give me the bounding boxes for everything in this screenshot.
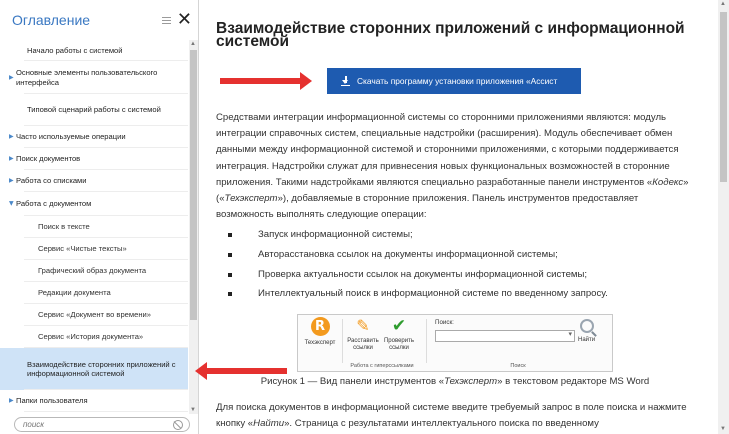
intro-end-text: »), добавляемые в сторонние приложения. … [216, 193, 639, 221]
sidebar-item[interactable]: Поиск в тексте [0, 216, 188, 238]
sidebar-item-label: Сервис «История документа» [38, 332, 144, 342]
sidebar-item-label: Сервис «Документ во времени» [38, 310, 151, 320]
sidebar-item-label: Графический образ документа [38, 266, 147, 276]
figure-caption: Рисунок 1 — Вид панели инструментов «Тех… [216, 376, 694, 387]
sidebar-item-label: Редакции документа [38, 288, 111, 298]
search-end-text: ». Страница с результатами интеллектуаль… [284, 418, 599, 430]
collapsed-arrow-icon[interactable]: ▶ [0, 73, 16, 83]
search-group-caption: Поиск [510, 363, 526, 369]
main-scrollbar-thumb[interactable] [720, 12, 727, 182]
check-links-icon: ✔ [391, 316, 407, 336]
download-assist-button[interactable]: Скачать программу установки приложения «… [327, 68, 581, 94]
sidebar-item[interactable]: Взаимодействие сторонних приложений с ин… [0, 348, 188, 390]
sidebar-item[interactable]: ▶ Работа со списками [0, 170, 188, 192]
list-item: Интеллектуальный поиск в информационной … [228, 284, 688, 304]
sidebar-title: Оглавление [12, 12, 91, 28]
scroll-down-icon[interactable]: ▼ [720, 426, 726, 432]
collapsed-arrow-icon[interactable]: ▶ [0, 154, 16, 164]
links-group-caption: Работа с гиперссылками [350, 363, 414, 369]
techexpert-toolbar-figure: R Техэксперт ✎ Расставить ссылки ✔ Прове… [297, 314, 613, 372]
sidebar-item[interactable]: Сервис «Чистые тексты» [0, 238, 188, 260]
sidebar-item-label: Взаимодействие сторонних приложений с ин… [27, 359, 176, 379]
techexpert-text: Техэксперт [224, 193, 278, 205]
scroll-down-icon[interactable]: ▼ [190, 407, 196, 413]
list-item: Проверка актуальности ссылок на документ… [228, 265, 688, 285]
sidebar-search[interactable] [14, 417, 190, 432]
sidebar-item[interactable]: ▶ Часто используемые операции [0, 126, 188, 148]
sidebar-item-label: Сервис «Чистые тексты» [38, 244, 127, 254]
techexpert-logo-icon: R [310, 317, 330, 336]
intro-text: Средствами интеграции информационной сис… [216, 112, 679, 188]
sidebar-header: Оглавление ✕ [0, 0, 198, 40]
figure-caption-em: Техэксперт [444, 376, 498, 387]
menu-icon[interactable] [161, 16, 171, 24]
operations-list: Запуск информационной системы; Авторасст… [228, 225, 688, 304]
sidebar-item[interactable]: ▶ Поиск документов [0, 148, 188, 170]
sidebar-item[interactable]: ▶ Основные элементы пользовательского инт… [0, 61, 188, 94]
main-scrollbar[interactable]: ▲ ▼ [718, 0, 729, 434]
techexpert-label: Техэксперт [304, 340, 336, 346]
sidebar-item[interactable]: Типовой сценарий работы с системой [0, 94, 188, 126]
find-text: Найти [253, 418, 285, 430]
sidebar-item-label: Поиск в тексте [38, 222, 90, 232]
kodeks-text: Кодекс [652, 176, 684, 188]
expanded-arrow-icon[interactable]: ▼ [0, 199, 16, 209]
sidebar-item-label: Основные элементы пользовательского инте… [16, 68, 158, 87]
scroll-up-icon[interactable]: ▲ [720, 1, 726, 7]
place-links-label: Расставить ссылки [347, 338, 379, 351]
toolbar-divider [342, 319, 343, 363]
sidebar-item[interactable]: Сервис «История документа» [0, 326, 188, 348]
figure-caption-end: » в текстовом редакторе MS Word [497, 376, 650, 387]
collapsed-arrow-icon[interactable]: ▶ [0, 396, 16, 406]
sidebar-item[interactable]: Графический образ документа [0, 260, 188, 282]
sidebar-item-label: Работа с документом [16, 199, 92, 209]
check-links-label: Проверить ссылки [383, 338, 414, 351]
page-title: Взаимодействие сторонних приложений с ин… [216, 20, 685, 50]
toolbar-divider [426, 319, 427, 363]
sidebar-item-label: Работа со списками [16, 176, 87, 186]
place-links-group: ✎ Расставить ссылки [346, 317, 380, 352]
download-icon [341, 75, 350, 87]
list-item: Авторасстановка ссылок на документы инфо… [228, 245, 688, 265]
download-button-label: Скачать программу установки приложения «… [357, 76, 558, 86]
find-label: Найти [578, 337, 596, 343]
sidebar-item-label: Поиск документов [16, 154, 81, 164]
list-item: Запуск информационной системы; [228, 225, 688, 245]
red-arrow-right-icon [220, 72, 312, 90]
red-arrow-left-icon [195, 362, 287, 380]
toc-list: Начало работы с системой ▶ Основные элемен… [0, 40, 188, 414]
sidebar-item-label: Начало работы с системой [27, 45, 123, 55]
sidebar-item[interactable]: Редакции документа [0, 282, 188, 304]
toolbar-search-label: Поиск: [435, 319, 454, 326]
search-paragraph: Для поиска документов в информационной с… [216, 400, 694, 432]
toc-sidebar: Оглавление ✕ Начало работы с системой ▶ Ос… [0, 0, 199, 434]
sidebar-item[interactable]: Сервис «Документ во времени» [0, 304, 188, 326]
magnifier-icon [579, 319, 594, 333]
sidebar-search-input[interactable] [23, 420, 173, 429]
collapsed-arrow-icon[interactable]: ▶ [0, 176, 16, 186]
sidebar-controls: ✕ [161, 11, 192, 29]
sidebar-item-label: Типовой сценарий работы с системой [27, 105, 161, 115]
sidebar-item-label: Часто используемые операции [16, 132, 126, 142]
clear-search-icon[interactable] [173, 419, 183, 430]
find-group: Найти [578, 319, 595, 344]
intro-paragraph: Средствами интеграции информационной сис… [216, 110, 694, 223]
check-links-group: ✔ Проверить ссылки [382, 317, 416, 352]
sidebar-item-label: Папки пользователя [16, 396, 88, 406]
figure-caption-start: Рисунок 1 — Вид панели инструментов « [260, 376, 445, 387]
collapsed-arrow-icon[interactable]: ▶ [0, 132, 16, 142]
toolbar-search-input [435, 330, 575, 342]
sidebar-scrollbar-thumb[interactable] [190, 50, 197, 320]
techexpert-group: R Техэксперт [302, 317, 338, 347]
sidebar-item[interactable]: ▶ Папки пользователя [0, 390, 188, 412]
sidebar-scrollbar[interactable]: ▲ ▼ [189, 40, 198, 414]
place-links-icon: ✎ [356, 316, 370, 335]
sidebar-item[interactable]: ▼ Работа с документом [0, 192, 188, 216]
sidebar-item[interactable]: Начало работы с системой [0, 40, 188, 61]
scroll-up-icon[interactable]: ▲ [190, 41, 196, 47]
close-icon[interactable]: ✕ [177, 11, 192, 29]
